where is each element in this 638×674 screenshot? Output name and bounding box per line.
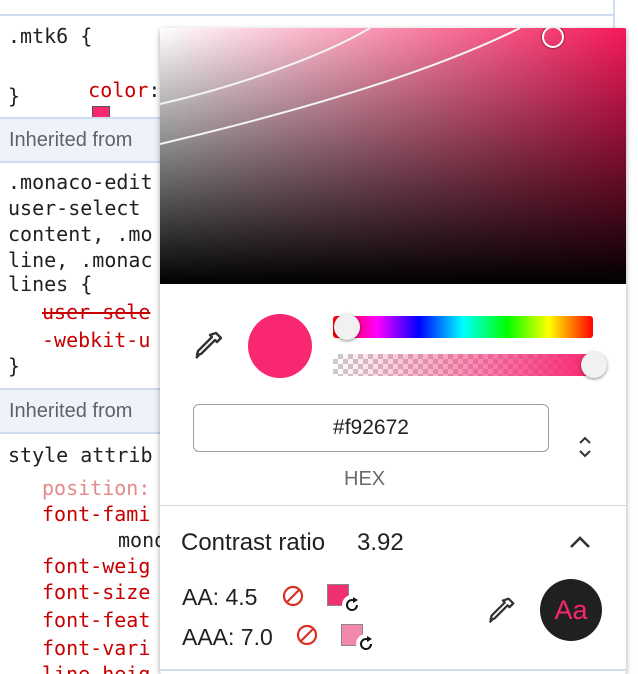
close-brace: } xyxy=(8,354,21,378)
close-brace: } xyxy=(8,84,21,108)
eyedropper-icon[interactable] xyxy=(484,594,518,628)
property-font-weight[interactable]: font-weig xyxy=(42,554,150,578)
selector-line[interactable]: lines { xyxy=(8,272,92,296)
hue-slider-thumb[interactable] xyxy=(334,314,360,340)
color-picker: HEX Contrast ratio 3.92 AA: 4.5 AAA: 7.0 xyxy=(160,28,626,674)
contrast-ratio-value: 3.92 xyxy=(357,529,404,556)
selector-line[interactable]: line, .monac xyxy=(8,248,153,272)
selector-line[interactable]: content, .mo xyxy=(8,222,153,246)
eyedropper-icon[interactable] xyxy=(190,328,226,364)
color-format-label: HEX xyxy=(344,468,386,490)
property-font-family[interactable]: font-fami xyxy=(42,502,150,526)
colon: : xyxy=(148,78,161,102)
refresh-icon[interactable] xyxy=(356,634,376,654)
no-entry-icon xyxy=(296,624,318,646)
divider xyxy=(160,505,626,506)
contrast-text-preview: Aa xyxy=(540,579,602,641)
divider xyxy=(160,669,626,671)
property-user-select[interactable]: user-sele xyxy=(42,300,150,324)
hex-input[interactable] xyxy=(193,404,549,452)
current-color-preview xyxy=(248,314,312,378)
style-attribute-selector[interactable]: style attrib xyxy=(8,443,153,467)
selector-mtk6[interactable]: .mtk6 { xyxy=(8,24,92,48)
no-entry-icon xyxy=(282,585,304,607)
property-position[interactable]: position: xyxy=(42,476,150,500)
selector-line[interactable]: user-select xyxy=(8,196,140,220)
hue-slider[interactable] xyxy=(333,316,593,338)
selector-line[interactable]: .monaco-edit xyxy=(8,170,153,194)
alpha-slider[interactable] xyxy=(333,354,593,376)
aaa-threshold-label: AAA: 7.0 xyxy=(182,624,273,650)
chevron-up-icon[interactable] xyxy=(567,532,593,552)
aa-threshold-label: AA: 4.5 xyxy=(182,584,258,610)
value-monospace[interactable]: mono xyxy=(118,528,166,552)
property-line-height[interactable]: line-heig xyxy=(42,662,150,674)
property-font-variation[interactable]: font-vari xyxy=(42,636,150,660)
contrast-threshold-lines xyxy=(160,28,521,145)
property-font-feature[interactable]: font-feat xyxy=(42,608,150,632)
rule-separator xyxy=(0,14,613,16)
refresh-icon[interactable] xyxy=(342,595,362,615)
alpha-slider-thumb[interactable] xyxy=(581,352,607,378)
property-font-size[interactable]: font-size xyxy=(42,580,150,604)
property-webkit-user-select[interactable]: -webkit-u xyxy=(42,328,150,352)
property-color[interactable]: color xyxy=(88,78,148,102)
contrast-ratio-title: Contrast ratio xyxy=(181,529,326,556)
up-down-chevron-icon[interactable] xyxy=(574,432,596,462)
